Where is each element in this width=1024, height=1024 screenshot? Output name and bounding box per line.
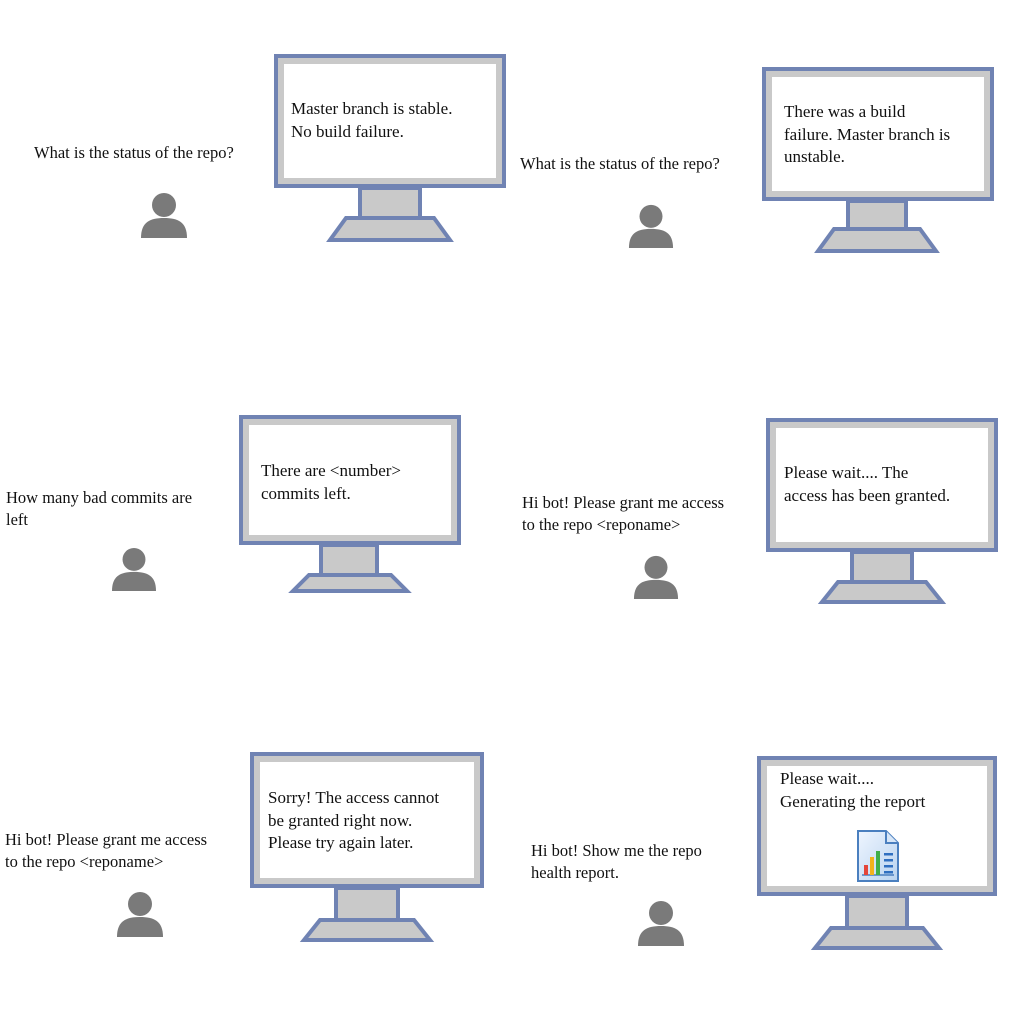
user-icon	[633, 555, 679, 600]
reply-line: Sorry! The access cannot	[268, 788, 440, 807]
question-line: What is the status of the repo?	[520, 154, 720, 173]
user-question: How many bad commits are left	[6, 487, 192, 531]
reply-line: access has been granted.	[784, 485, 951, 505]
user-icon	[117, 892, 163, 937]
question-line: Hi bot! Show me the repo	[531, 841, 702, 860]
reply-line: commits left.	[261, 483, 351, 503]
question-line: How many bad commits are	[6, 488, 193, 507]
reply-line: unstable.	[784, 147, 845, 166]
bot-reply: There are <number> commits left.	[261, 460, 401, 505]
question-line: to the repo <reponame>	[522, 515, 681, 534]
reply-line: Please wait.... The	[784, 463, 909, 482]
report-chart-icon	[857, 830, 899, 882]
bot-reply: Please wait.... The access has been gran…	[784, 462, 950, 507]
user-question: Hi bot! Please grant me access to the re…	[5, 829, 207, 873]
bot-reply: There was a build failure. Master branch…	[784, 101, 950, 169]
reply-line: There are <number>	[261, 461, 401, 480]
reply-line: be granted right now.	[268, 810, 413, 830]
question-line: to the repo <reponame>	[5, 852, 164, 871]
user-question: Hi bot! Show me the repo health report.	[531, 840, 702, 884]
question-line: left	[6, 510, 28, 529]
question-line: Hi bot! Please grant me access	[522, 493, 725, 512]
question-line: What is the status of the repo?	[34, 143, 234, 162]
monitor	[274, 54, 506, 242]
reply-line: failure. Master branch is	[784, 124, 951, 144]
user-icon	[141, 193, 187, 238]
user-question: What is the status of the repo?	[520, 153, 720, 175]
reply-line: Master branch is stable.	[291, 99, 453, 118]
user-icon	[628, 204, 674, 249]
bot-reply: Please wait.... Generating the report	[780, 768, 925, 813]
question-line: health report.	[531, 863, 619, 882]
monitor	[766, 418, 998, 604]
question-line: Hi bot! Please grant me access	[5, 830, 208, 849]
monitor	[239, 415, 461, 593]
user-question: Hi bot! Please grant me access to the re…	[522, 492, 724, 536]
user-icon	[112, 547, 156, 591]
reply-line: No build failure.	[291, 121, 404, 141]
reply-line: There was a build	[784, 102, 906, 121]
user-question: What is the status of the repo?	[34, 142, 234, 164]
reply-line: Please wait....	[780, 769, 874, 788]
bot-reply: Sorry! The access cannot be granted righ…	[268, 787, 439, 855]
reply-line: Generating the report	[780, 791, 926, 811]
reply-line: Please try again later.	[268, 833, 414, 852]
user-icon	[638, 901, 684, 946]
bot-reply: Master branch is stable. No build failur…	[291, 98, 452, 143]
